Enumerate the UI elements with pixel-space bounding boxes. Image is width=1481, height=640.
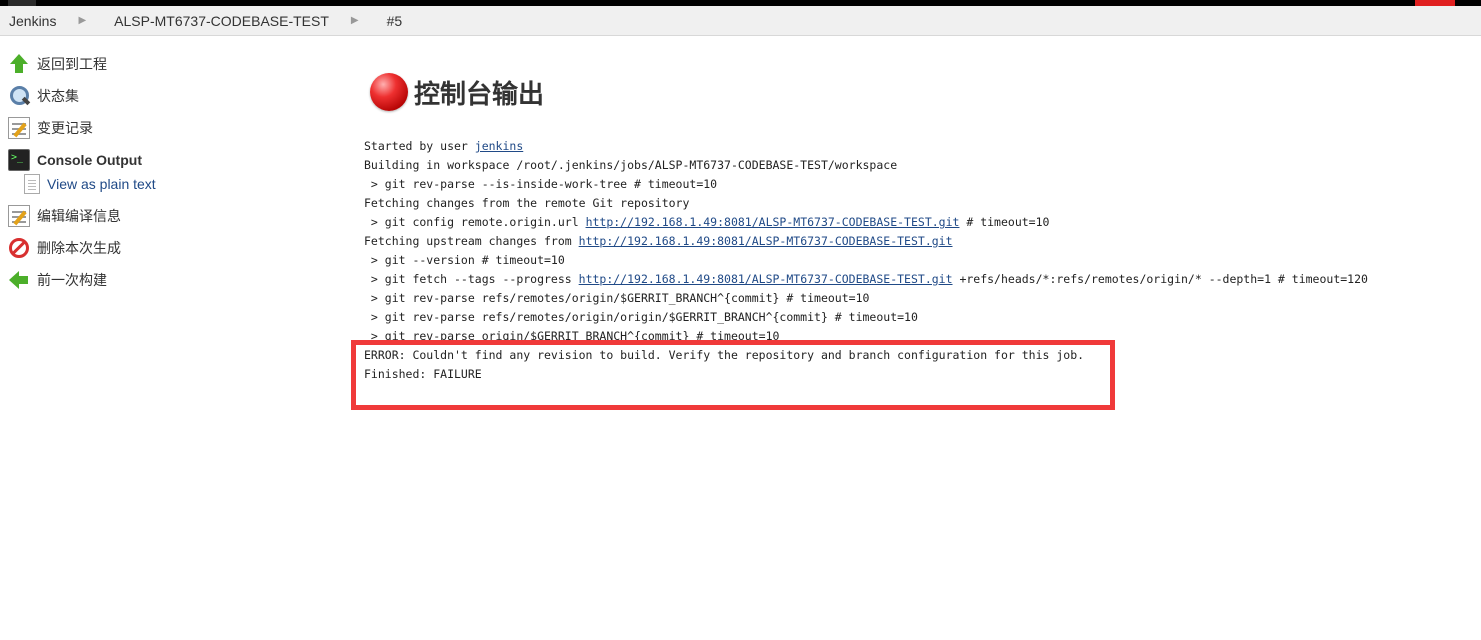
- sidebar-item-label: Console Output: [37, 152, 142, 168]
- console-line: > git rev-parse origin/$GERRIT_BRANCH^{c…: [364, 329, 780, 343]
- document-icon: [24, 174, 40, 194]
- sidebar-item-label: 前一次构建: [37, 272, 107, 288]
- sidebar-item-status[interactable]: 状态集: [0, 80, 200, 112]
- sidebar-item-label: 状态集: [37, 88, 79, 104]
- sidebar-item-changes[interactable]: 变更记录: [0, 112, 200, 144]
- console-text: > git config remote.origin.url: [364, 215, 586, 229]
- console-text: +refs/heads/*:refs/remotes/origin/* --de…: [952, 272, 1368, 286]
- sidebar-item-delete-build[interactable]: 删除本次生成: [0, 232, 200, 264]
- delete-icon: [8, 237, 30, 259]
- up-arrow-icon: [8, 53, 30, 75]
- repo-link[interactable]: http://192.168.1.49:8081/ALSP-MT6737-COD…: [579, 272, 953, 286]
- side-panel: 返回到工程 状态集 变更记录 Console Output View as pl…: [0, 48, 200, 296]
- console-text: > git fetch --tags --progress: [364, 272, 579, 286]
- console-text: Fetching upstream changes from: [364, 234, 579, 248]
- page-title: 控制台输出: [370, 70, 1464, 114]
- repo-link[interactable]: http://192.168.1.49:8081/ALSP-MT6737-COD…: [586, 215, 960, 229]
- console-line: > git rev-parse refs/remotes/origin/$GER…: [364, 291, 870, 305]
- sidebar-item-back-to-project[interactable]: 返回到工程: [0, 48, 200, 80]
- console-line: Started by user jenkins: [364, 137, 1464, 156]
- console-line: > git config remote.origin.url http://19…: [364, 213, 1464, 232]
- breadcrumb-separator-icon: ▶: [78, 15, 87, 26]
- breadcrumb-separator-icon: ▶: [350, 15, 359, 26]
- console-line: > git fetch --tags --progress http://192…: [364, 270, 1464, 289]
- console-text: # timeout=10: [959, 215, 1050, 229]
- sidebar-item-label: View as plain text: [47, 176, 156, 192]
- search-icon: [8, 85, 30, 107]
- console-text: Started by user: [364, 139, 475, 153]
- breadcrumb-jenkins[interactable]: Jenkins: [0, 13, 56, 29]
- sidebar-item-previous-build[interactable]: 前一次构建: [0, 264, 200, 296]
- console-output: Started by user jenkins Building in works…: [364, 137, 1464, 384]
- breadcrumb-job[interactable]: ALSP-MT6737-CODEBASE-TEST: [114, 13, 329, 29]
- sidebar-item-label: 删除本次生成: [37, 240, 121, 256]
- main-panel: 控制台输出 Started by user jenkins Building in…: [364, 70, 1464, 384]
- sidebar-item-view-plain-text[interactable]: View as plain text: [0, 172, 200, 196]
- sidebar-item-label: 返回到工程: [37, 56, 107, 72]
- console-line: Building in workspace /root/.jenkins/job…: [364, 158, 898, 172]
- sidebar-item-edit-build-info[interactable]: 编辑编译信息: [0, 200, 200, 232]
- breadcrumb-build[interactable]: #5: [387, 13, 403, 29]
- console-icon: [8, 149, 30, 171]
- console-error-line: ERROR: Couldn't find any revision to bui…: [364, 348, 1085, 362]
- console-line: > git rev-parse refs/remotes/origin/orig…: [364, 310, 918, 324]
- breadcrumb: Jenkins ▶ ALSP-MT6737-CODEBASE-TEST ▶ #5: [0, 6, 1481, 36]
- console-line: > git rev-parse --is-inside-work-tree # …: [364, 177, 718, 191]
- console-line: > git --version # timeout=10: [364, 253, 565, 267]
- repo-link[interactable]: http://192.168.1.49:8081/ALSP-MT6737-COD…: [579, 234, 953, 248]
- console-line: Fetching changes from the remote Git rep…: [364, 196, 690, 210]
- sidebar-item-label: 变更记录: [37, 120, 93, 136]
- page-title-text: 控制台输出: [414, 78, 545, 109]
- console-line: Fetching upstream changes from http://19…: [364, 232, 1464, 251]
- user-link[interactable]: jenkins: [475, 139, 523, 153]
- console-result-line: Finished: FAILURE: [364, 367, 482, 381]
- notepad-icon: [8, 205, 30, 227]
- back-arrow-icon: [8, 269, 30, 291]
- notepad-icon: [8, 117, 30, 139]
- sidebar-item-label: 编辑编译信息: [37, 208, 121, 224]
- failure-status-icon: [370, 73, 408, 111]
